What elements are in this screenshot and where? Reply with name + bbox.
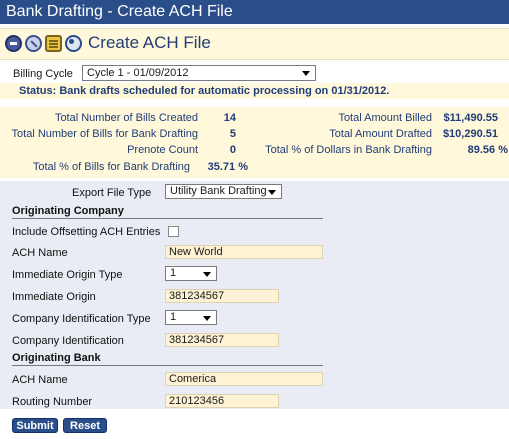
billing-cycle-value: Cycle 1 - 01/09/2012 [87,67,189,79]
company-id-input[interactable]: 381234567 [165,333,279,347]
summary-value: 14 [223,112,236,124]
window-title-bar: Bank Drafting - Create ACH File [0,0,509,24]
reset-button[interactable]: Reset [63,418,107,433]
summary-value: 35.71 % [207,161,248,173]
company-id-type-label: Company Identification Type [12,313,151,325]
ach-name-label: ACH Name [12,247,68,259]
chevron-down-icon [203,316,211,321]
summary-value: 0 [229,144,236,156]
originating-company-heading: Originating Company [12,205,124,217]
chevron-down-icon [203,272,211,277]
summary-value: $11,490.55 [443,112,498,124]
notes-icon[interactable] [45,35,62,52]
window-title: Bank Drafting - Create ACH File [6,3,233,20]
export-file-type-select[interactable]: Utility Bank Drafting [165,184,282,199]
summary-label: Total % of Bills for Bank Drafting [32,161,190,173]
include-offsetting-label: Include Offsetting ACH Entries [12,226,161,238]
section-divider [12,218,323,219]
toolbar: Create ACH File [0,28,509,60]
routing-number-input[interactable]: 210123456 [165,394,279,408]
page-title: Create ACH File [88,33,211,52]
save-disk-icon[interactable] [5,35,22,52]
immediate-origin-type-value: 1 [170,267,177,279]
summary-value: $10,290.51 [442,128,498,140]
billing-cycle-select[interactable]: Cycle 1 - 01/09/2012 [82,65,316,81]
originating-bank-heading: Originating Bank [12,352,101,364]
export-file-type-value: Utility Bank Drafting [170,185,267,197]
immediate-origin-type-select[interactable]: 1 [165,266,217,281]
bank-ach-name-input[interactable]: Comerica [165,372,323,386]
submit-button[interactable]: Submit [12,418,58,433]
export-file-type-label: Export File Type [72,187,152,199]
immediate-origin-type-label: Immediate Origin Type [12,269,123,281]
routing-number-label: Routing Number [12,396,93,408]
status-bar: Status: Bank drafts scheduled for automa… [0,83,509,99]
summary-label: Total % of Dollars in Bank Drafting [265,144,432,156]
check-icon[interactable] [25,35,42,52]
summary-label: Total Amount Billed [338,112,432,124]
include-offsetting-checkbox[interactable] [168,226,179,237]
company-id-type-select[interactable]: 1 [165,310,217,325]
status-text: Status: Bank drafts scheduled for automa… [19,85,390,97]
summary-label: Total Number of Bills Created [54,112,198,124]
summary-value: 5 [229,128,236,140]
immediate-origin-label: Immediate Origin [12,291,96,303]
billing-cycle-label: Billing Cycle [13,68,73,80]
chevron-down-icon [268,190,276,195]
company-id-type-value: 1 [170,311,177,323]
chevron-down-icon [302,71,310,76]
company-id-label: Company Identification [12,335,124,347]
section-divider [12,365,323,366]
summary-label: Prenote Count [127,144,198,156]
immediate-origin-input[interactable]: 381234567 [165,289,279,303]
summary-panel: Total Number of Bills Created 14 Total N… [0,107,509,178]
bank-ach-name-label: ACH Name [12,374,68,386]
summary-value: 89.56 % [467,144,508,156]
summary-label: Total Amount Drafted [329,128,432,140]
refresh-icon[interactable] [65,35,82,52]
company-ach-name-input[interactable]: New World [165,245,323,259]
summary-label: Total Number of Bills for Bank Drafting [11,128,198,140]
